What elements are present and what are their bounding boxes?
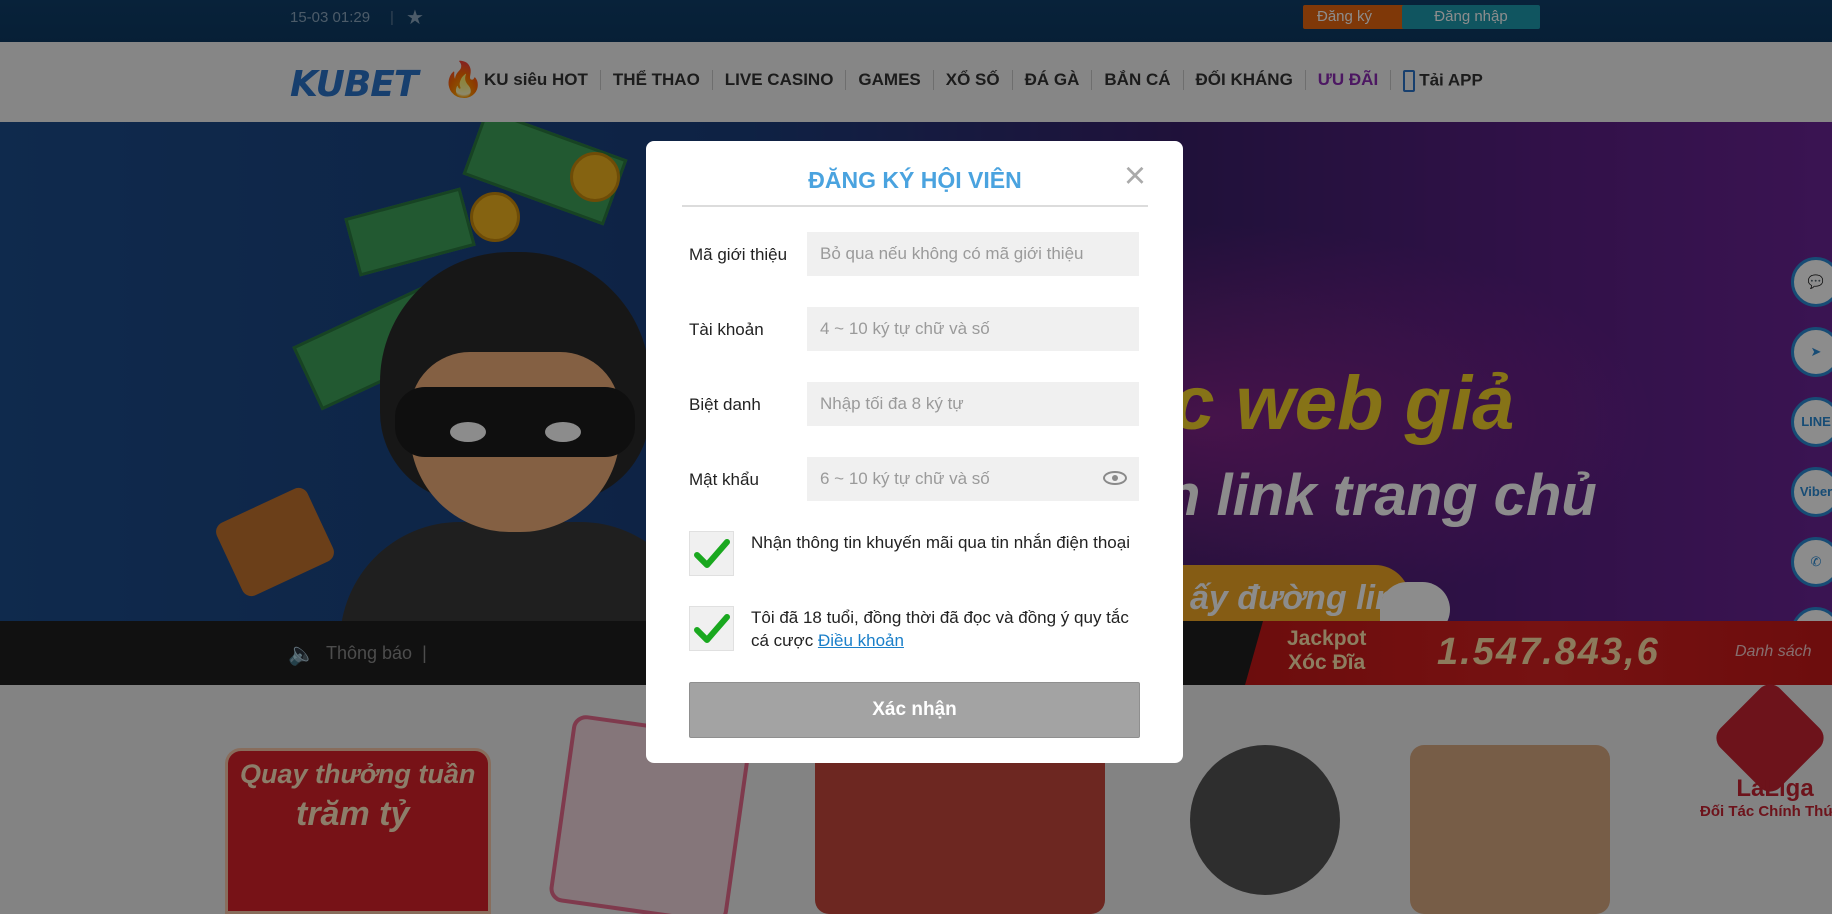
age-terms-text-body: Tôi đã 18 tuổi, đồng thời đã đọc và đồng… bbox=[751, 608, 1129, 650]
close-icon[interactable]: × bbox=[1118, 157, 1152, 195]
checkmark-icon bbox=[694, 614, 730, 643]
account-input[interactable] bbox=[807, 307, 1139, 351]
account-label: Tài khoản bbox=[689, 320, 764, 339]
nickname-input[interactable] bbox=[807, 382, 1139, 426]
modal-title: ĐĂNG KÝ HỘI VIÊN bbox=[808, 167, 1022, 193]
checkmark-icon bbox=[694, 539, 730, 568]
confirm-button[interactable]: Xác nhận bbox=[689, 682, 1140, 738]
password-input[interactable] bbox=[807, 457, 1139, 501]
modal-divider bbox=[682, 205, 1148, 207]
age-terms-text: Tôi đã 18 tuổi, đồng thời đã đọc và đồng… bbox=[751, 606, 1131, 652]
password-label: Mật khẩu bbox=[689, 470, 759, 489]
terms-link[interactable]: Điều khoản bbox=[818, 631, 904, 650]
promo-sms-text: Nhận thông tin khuyến mãi qua tin nhắn đ… bbox=[751, 533, 1130, 552]
register-modal: ĐĂNG KÝ HỘI VIÊN × Mã giới thiệu Tài kho… bbox=[646, 141, 1183, 763]
promo-sms-checkbox[interactable] bbox=[689, 531, 734, 576]
referral-code-input[interactable] bbox=[807, 232, 1139, 276]
referral-code-label: Mã giới thiệu bbox=[689, 245, 788, 264]
show-password-eye-icon[interactable] bbox=[1103, 471, 1127, 485]
nickname-label: Biệt danh bbox=[689, 395, 761, 414]
age-terms-checkbox[interactable] bbox=[689, 606, 734, 651]
